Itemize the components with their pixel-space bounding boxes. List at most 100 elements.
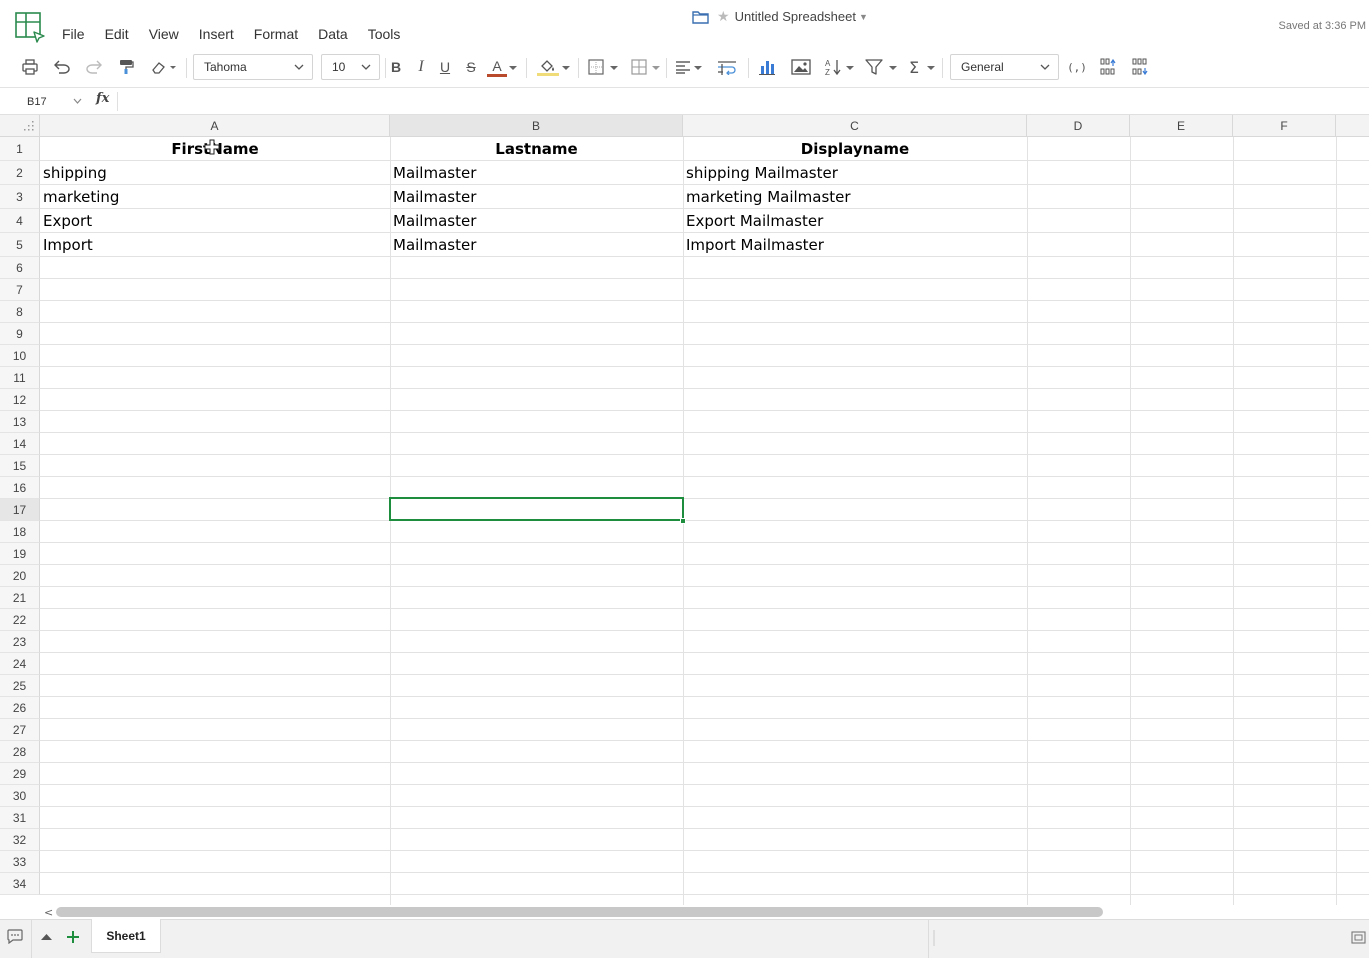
row-header-22[interactable]: 22 (0, 609, 40, 631)
fullscreen-icon[interactable] (1351, 931, 1366, 944)
chevron-down-icon[interactable] (927, 65, 935, 71)
bold-icon[interactable]: B (388, 56, 404, 78)
row-header-26[interactable]: 26 (0, 697, 40, 719)
row-header-12[interactable]: 12 (0, 389, 40, 411)
menu-format[interactable]: Format (254, 24, 298, 44)
row-header-25[interactable]: 25 (0, 675, 40, 697)
add-sheet-icon[interactable] (66, 930, 80, 944)
fill-color-icon[interactable] (536, 56, 560, 78)
underline-icon[interactable]: U (437, 56, 453, 78)
column-header-a[interactable]: A (40, 115, 390, 137)
row-header-8[interactable]: 8 (0, 301, 40, 323)
font-family-select[interactable]: Tahoma (193, 54, 313, 80)
row-header-1[interactable]: 1 (0, 137, 40, 161)
cell-c2[interactable]: shipping Mailmaster (683, 161, 1027, 185)
row-header-2[interactable]: 2 (0, 161, 40, 185)
menu-data[interactable]: Data (318, 24, 348, 44)
row-header-19[interactable]: 19 (0, 543, 40, 565)
menu-view[interactable]: View (149, 24, 179, 44)
cell-b1[interactable]: Lastname (390, 137, 683, 161)
cell-c5[interactable]: Import Mailmaster (683, 233, 1027, 257)
selected-cell-outline[interactable] (389, 497, 684, 521)
row-header-16[interactable]: 16 (0, 477, 40, 499)
chevron-down-icon[interactable] (694, 65, 702, 71)
document-title[interactable]: Untitled Spreadsheet (735, 9, 856, 24)
row-header-29[interactable]: 29 (0, 763, 40, 785)
comment-icon[interactable] (7, 929, 23, 944)
chevron-down-icon[interactable] (610, 65, 618, 71)
row-header-18[interactable]: 18 (0, 521, 40, 543)
filter-icon[interactable] (864, 56, 884, 78)
row-header-23[interactable]: 23 (0, 631, 40, 653)
strikethrough-icon[interactable]: S (463, 56, 479, 78)
column-header-d[interactable]: D (1027, 115, 1130, 137)
redo-icon[interactable] (84, 56, 104, 78)
sheet-list-icon[interactable] (41, 933, 52, 941)
row-header-30[interactable]: 30 (0, 785, 40, 807)
sort-icon[interactable]: AZ (823, 56, 845, 78)
row-header-10[interactable]: 10 (0, 345, 40, 367)
print-icon[interactable] (20, 56, 40, 78)
merge-icon[interactable] (629, 56, 649, 78)
cell-c3[interactable]: marketing Mailmaster (683, 185, 1027, 209)
row-header-11[interactable]: 11 (0, 367, 40, 389)
row-header-21[interactable]: 21 (0, 587, 40, 609)
scroll-left-icon[interactable]: < (44, 906, 53, 919)
cell-c1[interactable]: Displayname (683, 137, 1027, 161)
row-header-5[interactable]: 5 (0, 233, 40, 257)
borders-icon[interactable] (586, 56, 606, 78)
spreadsheet-grid[interactable]: A B C D E F 1 2 3 4 5 6 7 8 9 10 11 12 13 14 15 16 17 18 19 20 21 2… (0, 115, 1369, 905)
row-header-14[interactable]: 14 (0, 433, 40, 455)
row-header-20[interactable]: 20 (0, 565, 40, 587)
align-icon[interactable] (673, 56, 693, 78)
number-format-select[interactable]: General (950, 54, 1059, 80)
cell-b2[interactable]: Mailmaster (390, 161, 683, 185)
chevron-down-icon[interactable]: ▼ (859, 12, 868, 22)
row-header-7[interactable]: 7 (0, 279, 40, 301)
name-box[interactable]: B17 (0, 89, 88, 114)
row-header-6[interactable]: 6 (0, 257, 40, 279)
menu-edit[interactable]: Edit (105, 24, 129, 44)
scroll-thumb[interactable] (56, 907, 1103, 917)
cell-b4[interactable]: Mailmaster (390, 209, 683, 233)
wrap-icon[interactable] (716, 56, 738, 78)
chevron-down-icon[interactable] (652, 65, 660, 71)
select-all-corner[interactable] (0, 115, 40, 137)
menu-insert[interactable]: Insert (199, 24, 234, 44)
column-header-f[interactable]: F (1233, 115, 1336, 137)
star-icon[interactable]: ★ (717, 8, 730, 25)
row-header-3[interactable]: 3 (0, 185, 40, 209)
chevron-down-icon[interactable] (889, 65, 897, 71)
row-header-27[interactable]: 27 (0, 719, 40, 741)
cell-a5[interactable]: Import (40, 233, 390, 257)
sheet-tab-sheet1[interactable]: Sheet1 (91, 919, 161, 953)
italic-icon[interactable]: I (413, 56, 429, 78)
image-icon[interactable] (790, 56, 812, 78)
row-header-34[interactable]: 34 (0, 873, 40, 895)
row-header-4[interactable]: 4 (0, 209, 40, 233)
menu-file[interactable]: File (62, 24, 85, 44)
cell-a3[interactable]: marketing (40, 185, 390, 209)
decrease-decimal-icon[interactable] (1130, 56, 1152, 78)
row-header-33[interactable]: 33 (0, 851, 40, 873)
fill-handle[interactable] (680, 518, 686, 524)
decimal-icon[interactable]: (,) (1067, 56, 1087, 78)
horizontal-scrollbar[interactable]: < (0, 905, 1369, 919)
cell-b3[interactable]: Mailmaster (390, 185, 683, 209)
undo-icon[interactable] (52, 56, 72, 78)
column-header-b[interactable]: B (390, 115, 683, 137)
column-header-e[interactable]: E (1130, 115, 1233, 137)
sum-icon[interactable]: Σ (905, 56, 923, 78)
column-header-c[interactable]: C (683, 115, 1027, 137)
paint-format-icon[interactable] (116, 56, 136, 78)
chart-icon[interactable] (757, 56, 777, 78)
font-size-select[interactable]: 10 (321, 54, 380, 80)
menu-tools[interactable]: Tools (368, 24, 401, 44)
clear-format-icon[interactable] (148, 56, 178, 78)
chevron-down-icon[interactable] (509, 65, 517, 71)
cell-c4[interactable]: Export Mailmaster (683, 209, 1027, 233)
row-header-28[interactable]: 28 (0, 741, 40, 763)
row-header-9[interactable]: 9 (0, 323, 40, 345)
formula-input[interactable] (120, 89, 1369, 114)
row-header-15[interactable]: 15 (0, 455, 40, 477)
